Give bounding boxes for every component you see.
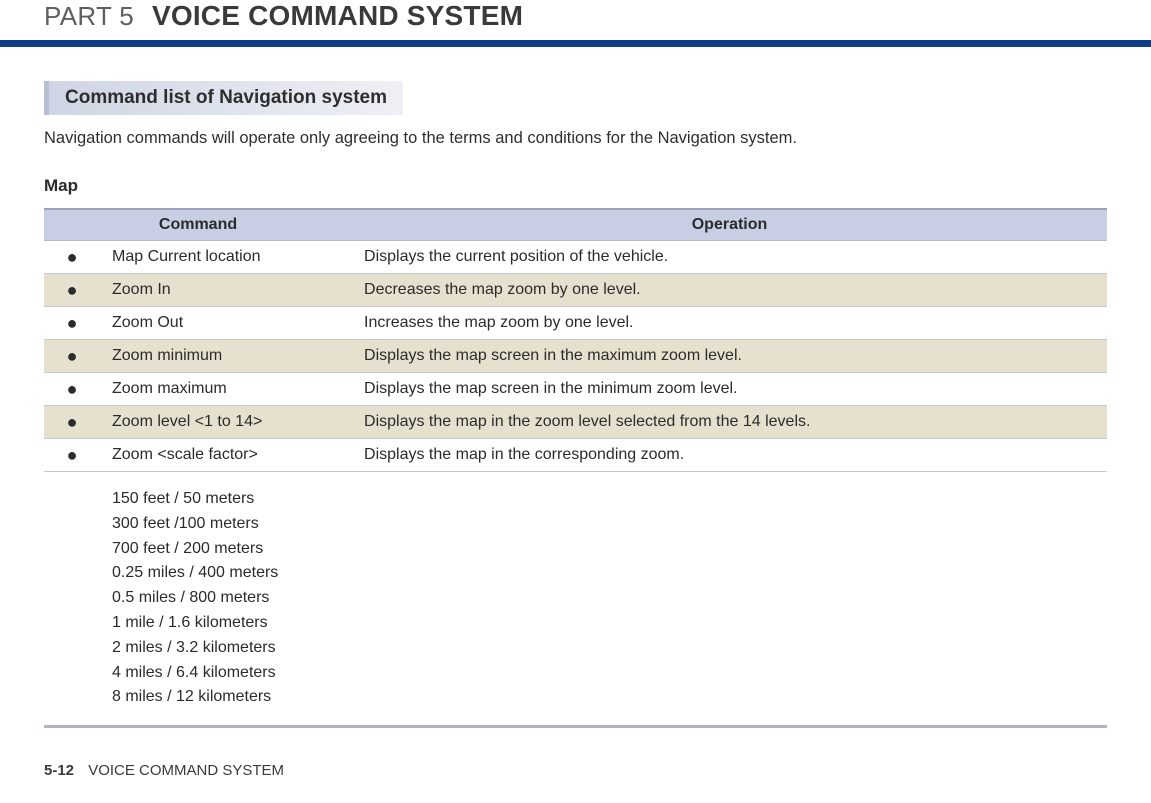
command-cell: Zoom Out xyxy=(100,307,352,340)
bullet-icon: ● xyxy=(44,241,100,274)
command-cell: Zoom level <1 to 14> xyxy=(100,406,352,439)
command-cell: Map Current location xyxy=(100,241,352,274)
page-footer: 5-12 VOICE COMMAND SYSTEM xyxy=(44,762,284,779)
operation-cell: Displays the map screen in the minimum z… xyxy=(352,373,1107,406)
table-row: ●Map Current locationDisplays the curren… xyxy=(44,241,1107,274)
operation-cell: Increases the map zoom by one level. xyxy=(352,307,1107,340)
section-title-bar: Command list of Navigation system xyxy=(44,81,403,115)
command-table: Command Operation ●Map Current locationD… xyxy=(44,208,1107,728)
table-row: ●Zoom <scale factor>Displays the map in … xyxy=(44,439,1107,472)
bullet-icon: ● xyxy=(44,340,100,373)
operation-cell: Displays the current position of the veh… xyxy=(352,241,1107,274)
bullet-icon: ● xyxy=(44,274,100,307)
bullet-icon: ● xyxy=(44,373,100,406)
footer-label: VOICE COMMAND SYSTEM xyxy=(88,762,284,779)
bullet-icon xyxy=(44,472,100,727)
table-row: ●Zoom maximumDisplays the map screen in … xyxy=(44,373,1107,406)
operation-cell: Decreases the map zoom by one level. xyxy=(352,274,1107,307)
command-cell: Zoom <scale factor> xyxy=(100,439,352,472)
bullet-icon: ● xyxy=(44,406,100,439)
operation-cell: Displays the map in the corresponding zo… xyxy=(352,439,1107,472)
bullet-icon: ● xyxy=(44,307,100,340)
table-row: ●Zoom level <1 to 14>Displays the map in… xyxy=(44,406,1107,439)
command-cell: Zoom In xyxy=(100,274,352,307)
table-row: ●Zoom InDecreases the map zoom by one le… xyxy=(44,274,1107,307)
scale-factor-list: 150 feet / 50 meters 300 feet /100 meter… xyxy=(100,472,352,727)
operation-cell: Displays the map in the zoom level selec… xyxy=(352,406,1107,439)
header-rule xyxy=(0,40,1151,47)
part-label: PART 5 xyxy=(44,1,134,32)
page-header: PART 5 VOICE COMMAND SYSTEM xyxy=(44,0,1107,47)
table-row: ●Zoom OutIncreases the map zoom by one l… xyxy=(44,307,1107,340)
col-header-command: Command xyxy=(44,209,352,241)
command-cell: Zoom minimum xyxy=(100,340,352,373)
col-header-operation: Operation xyxy=(352,209,1107,241)
table-header-row: Command Operation xyxy=(44,209,1107,241)
section-note: Navigation commands will operate only ag… xyxy=(44,129,1107,148)
command-cell: Zoom maximum xyxy=(100,373,352,406)
part-title: VOICE COMMAND SYSTEM xyxy=(152,0,523,32)
operation-cell xyxy=(352,472,1107,727)
page-number: 5-12 xyxy=(44,762,74,779)
operation-cell: Displays the map screen in the maximum z… xyxy=(352,340,1107,373)
table-row: ●Zoom minimumDisplays the map screen in … xyxy=(44,340,1107,373)
table-row: 150 feet / 50 meters 300 feet /100 meter… xyxy=(44,472,1107,727)
table-subheading: Map xyxy=(44,176,1107,196)
bullet-icon: ● xyxy=(44,439,100,472)
